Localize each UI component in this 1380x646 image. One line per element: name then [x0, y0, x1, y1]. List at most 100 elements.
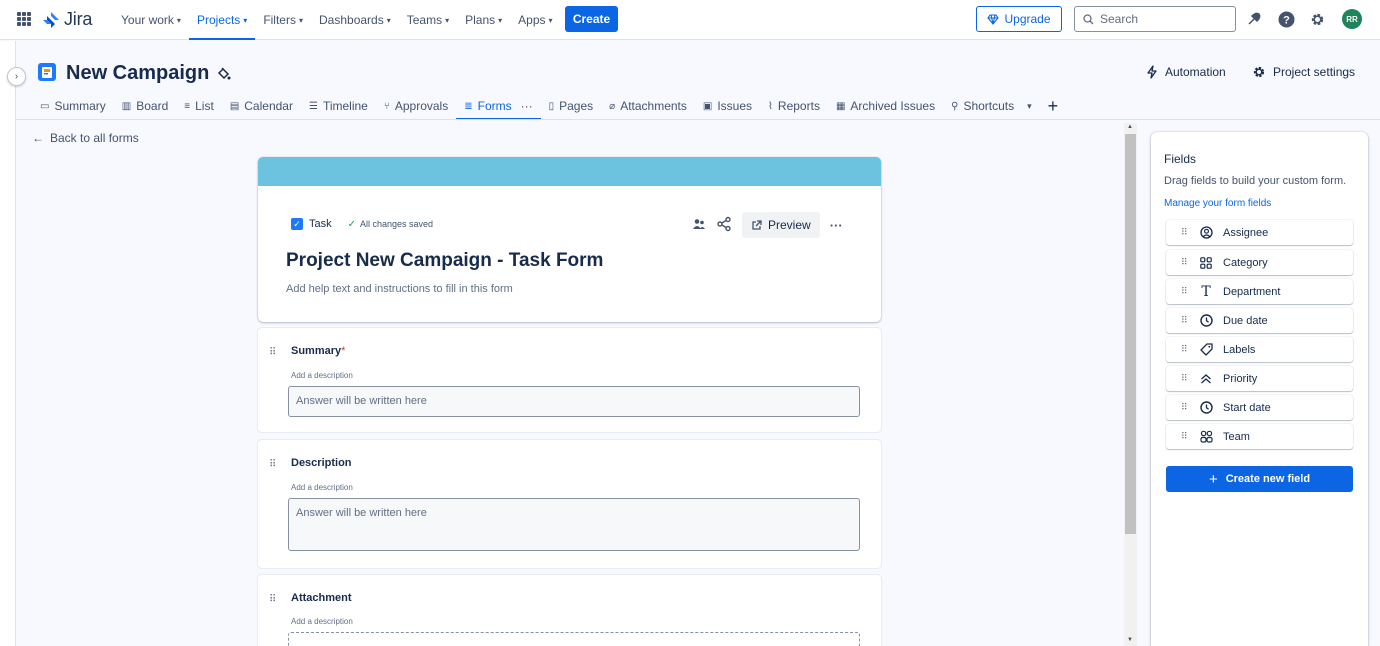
tab-forms[interactable]: ≣ Forms ···: [456, 93, 542, 120]
jira-logo-icon: [43, 11, 59, 28]
field-chip-assignee[interactable]: ⠿ Assignee: [1166, 220, 1353, 245]
nav-teams-label: Teams: [406, 13, 443, 27]
field-description[interactable]: Add a description: [291, 483, 353, 492]
form-help-text[interactable]: Add help text and instructions to fill i…: [286, 283, 513, 295]
field-chip-team[interactable]: ⠿ Team: [1166, 424, 1353, 449]
attachment-dropzone[interactable]: [288, 632, 860, 646]
notifications-icon[interactable]: [1243, 8, 1265, 30]
drag-handle-icon: ⠿: [1181, 286, 1188, 296]
task-type-icon[interactable]: ✓: [291, 218, 303, 230]
field-chip-priority[interactable]: ⠿ Priority: [1166, 366, 1353, 391]
nav-your-work[interactable]: Your work ▾: [113, 0, 189, 40]
form-banner[interactable]: [258, 157, 881, 186]
create-button[interactable]: Create: [565, 6, 618, 32]
preview-button[interactable]: Preview: [742, 212, 820, 238]
tab-list[interactable]: ≡ List: [176, 93, 222, 119]
nav-apps[interactable]: Apps ▾: [510, 0, 560, 40]
form-field-description[interactable]: ⠿ Description Add a description Answer w…: [258, 440, 881, 568]
chevron-down-icon[interactable]: ▾: [1027, 101, 1032, 112]
drag-handle-icon[interactable]: ⠿: [269, 594, 276, 605]
add-tab-plus-icon[interactable]: +: [1040, 96, 1067, 117]
scroll-up-icon[interactable]: ▲: [1127, 124, 1133, 130]
drag-handle-icon: ⠿: [1181, 402, 1188, 412]
drag-handle-icon: ⠿: [1181, 431, 1188, 441]
field-chip-label: Department: [1223, 285, 1281, 298]
expand-sidebar-icon[interactable]: ›: [7, 67, 26, 86]
field-chip-labels[interactable]: ⠿ Labels: [1166, 337, 1353, 362]
search-input[interactable]: Search: [1074, 6, 1236, 32]
nav-filters[interactable]: Filters ▾: [255, 0, 311, 40]
nav-menu: Your work ▾ Projects ▾ Filters ▾ Dashboards…: [113, 0, 561, 40]
tab-divider: [16, 119, 1380, 120]
jira-logo[interactable]: Jira: [42, 9, 92, 30]
tab-timeline-label: Timeline: [322, 99, 368, 113]
more-icon[interactable]: ···: [521, 99, 533, 113]
arrow-left-icon: ←: [32, 131, 44, 145]
nav-your-work-label: Your work: [121, 13, 174, 27]
back-to-forms-link[interactable]: ← Back to all forms: [32, 131, 139, 145]
scroll-down-icon[interactable]: ▼: [1127, 637, 1133, 643]
help-icon[interactable]: ?: [1275, 8, 1297, 30]
chevron-down-icon: ▾: [243, 15, 248, 25]
drag-handle-icon[interactable]: ⠿: [269, 459, 276, 470]
nav-filters-label: Filters: [263, 13, 296, 27]
field-label: Attachment: [291, 592, 352, 604]
app-switcher-icon[interactable]: [17, 12, 31, 26]
reports-icon: ⌇: [768, 100, 773, 112]
tab-archived-issues-label: Archived Issues: [850, 99, 936, 113]
form-toolbar: Preview ···: [692, 212, 843, 238]
chevron-down-icon: ▾: [498, 15, 503, 25]
automation-label: Automation: [1165, 65, 1226, 79]
field-chip-start-date[interactable]: ⠿ Start date: [1166, 395, 1353, 420]
settings-gear-icon[interactable]: [1306, 8, 1328, 30]
tab-summary[interactable]: ▭ Summary: [32, 93, 114, 119]
tab-pages[interactable]: ▯ Pages: [541, 93, 602, 119]
more-options-icon[interactable]: ···: [830, 218, 843, 233]
tab-reports[interactable]: ⌇ Reports: [760, 93, 828, 119]
person-icon: [1199, 226, 1213, 240]
lightning-icon: [1147, 65, 1157, 79]
paint-bucket-icon[interactable]: [217, 67, 231, 84]
description-answer-input[interactable]: Answer will be written here: [288, 498, 860, 551]
user-avatar[interactable]: RR: [1342, 9, 1362, 29]
tab-attachments[interactable]: ⌀ Attachments: [601, 93, 695, 119]
field-description[interactable]: Add a description: [291, 617, 353, 626]
project-settings-button[interactable]: Project settings: [1252, 65, 1355, 79]
nav-plans[interactable]: Plans ▾: [457, 0, 510, 40]
field-chip-due-date[interactable]: ⠿ Due date: [1166, 308, 1353, 333]
tab-issues[interactable]: ▣ Issues: [695, 93, 760, 119]
tab-shortcuts[interactable]: ⚲ Shortcuts ▾: [943, 93, 1040, 119]
external-link-icon: [752, 219, 762, 230]
project-title: New Campaign: [66, 62, 210, 84]
check-icon: ✓: [347, 218, 357, 230]
field-chip-category[interactable]: ⠿ Category: [1166, 250, 1353, 275]
create-new-field-button[interactable]: + Create new field: [1166, 466, 1353, 492]
nav-projects[interactable]: Projects ▾: [188, 0, 256, 40]
form-field-attachment[interactable]: ⠿ Attachment Add a description: [258, 575, 881, 646]
tab-board[interactable]: ▥ Board: [114, 93, 176, 119]
form-field-summary[interactable]: ⠿ Summary* Add a description Answer will…: [258, 328, 881, 432]
clock-icon: [1199, 401, 1213, 415]
tab-approvals[interactable]: ⑂ Approvals: [376, 93, 456, 119]
list-icon: ≡: [184, 100, 191, 112]
drag-handle-icon[interactable]: ⠿: [269, 347, 276, 358]
tab-archived-issues[interactable]: ▦ Archived Issues: [828, 93, 943, 119]
tab-forms-label: Forms: [477, 99, 512, 113]
manage-fields-link[interactable]: Manage your form fields: [1164, 198, 1271, 209]
field-description[interactable]: Add a description: [291, 371, 353, 380]
field-chip-department[interactable]: ⠿ T Department: [1166, 279, 1353, 304]
issues-icon: ▣: [702, 100, 713, 112]
summary-answer-input[interactable]: Answer will be written here: [288, 386, 860, 417]
nav-dashboards[interactable]: Dashboards ▾: [311, 0, 399, 40]
tab-calendar[interactable]: ▤ Calendar: [222, 93, 301, 119]
nav-teams[interactable]: Teams ▾: [399, 0, 457, 40]
automation-button[interactable]: Automation: [1146, 65, 1226, 79]
scrollbar-thumb[interactable]: [1125, 134, 1136, 534]
share-icon[interactable]: [716, 216, 732, 235]
upgrade-button[interactable]: Upgrade: [976, 6, 1062, 32]
task-type-label[interactable]: Task: [309, 218, 332, 230]
people-icon[interactable]: [692, 218, 706, 233]
vertical-scrollbar[interactable]: ▲ ▼: [1124, 123, 1137, 646]
tab-timeline[interactable]: ☰ Timeline: [301, 93, 376, 119]
form-title[interactable]: Project New Campaign - Task Form: [286, 250, 603, 272]
